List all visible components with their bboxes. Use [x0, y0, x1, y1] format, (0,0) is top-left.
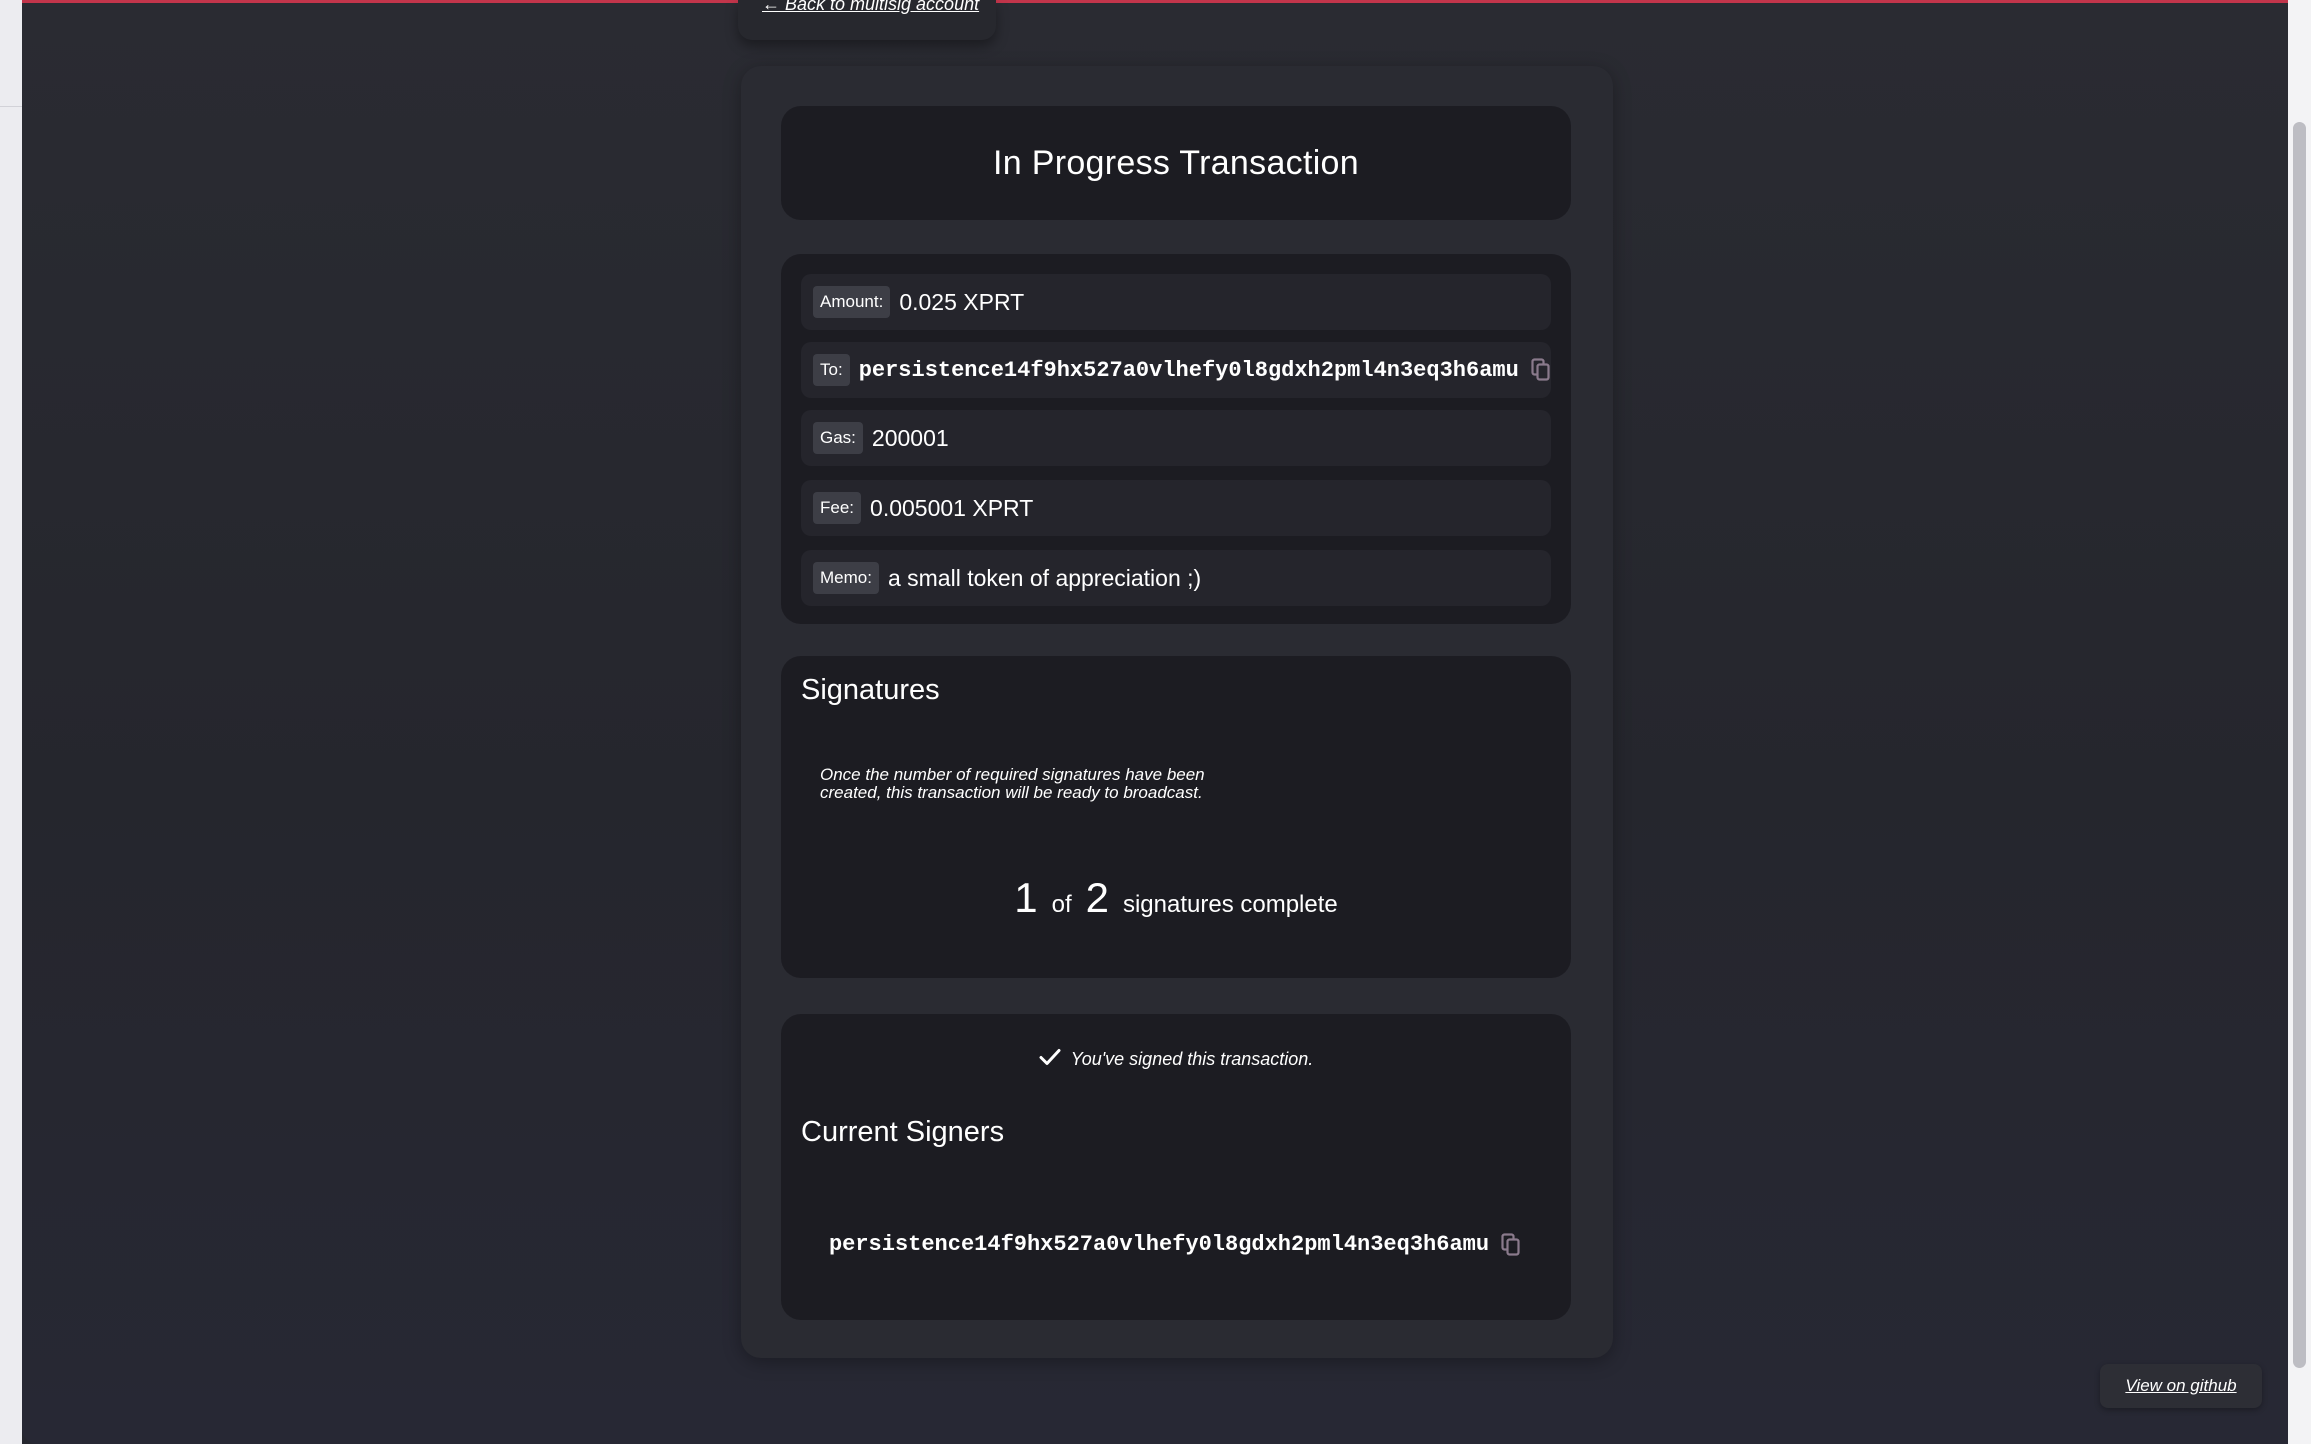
signatures-card: Signatures Once the number of required s… — [781, 656, 1571, 978]
signer-address: persistence14f9hx527a0vlhefy0l8gdxh2pml4… — [828, 1232, 1490, 1257]
transaction-panel: In Progress Transaction Amount: 0.025 XP… — [741, 66, 1613, 1358]
memo-value: a small token of appreciation ;) — [887, 564, 1202, 591]
signatures-required: 2 — [1085, 874, 1109, 921]
scrollbar-thumb[interactable] — [2293, 122, 2306, 1368]
top-accent-bar — [22, 0, 2288, 3]
app-window: ← Back to multisig account In Progress T… — [22, 0, 2288, 1444]
browser-edge — [0, 0, 22, 1444]
memo-label: Memo: — [813, 562, 879, 594]
transaction-details-card: Amount: 0.025 XPRT To: persistence14f9hx… — [781, 254, 1571, 624]
signer-item: persistence14f9hx527a0vlhefy0l8gdxh2pml4… — [781, 1232, 1571, 1257]
current-signers-heading: Current Signers — [801, 1116, 1005, 1148]
gas-label: Gas: — [813, 422, 863, 454]
view-on-github-button[interactable]: View on github — [2100, 1364, 2262, 1408]
detail-row-memo: Memo: a small token of appreciation ;) — [801, 550, 1551, 606]
detail-row-fee: Fee: 0.005001 XPRT — [801, 480, 1551, 536]
back-to-multisig-link[interactable]: ← Back to multisig account — [762, 0, 979, 15]
signature-progress: 1 of 2 signatures complete — [781, 874, 1571, 934]
signatures-note: Once the number of required signatures h… — [820, 765, 1205, 802]
amount-value: 0.025 XPRT — [899, 288, 1025, 315]
signatures-collected: 1 — [1014, 874, 1038, 921]
detail-row-to: To: persistence14f9hx527a0vlhefy0l8gdxh2… — [801, 342, 1551, 398]
fee-value: 0.005001 XPRT — [870, 494, 1034, 521]
scrollbar[interactable] — [2288, 0, 2311, 1444]
signatures-complete-text: signatures complete — [1122, 891, 1338, 918]
divider — [0, 106, 22, 107]
back-tab: ← Back to multisig account — [738, 0, 996, 40]
current-signers-card: You've signed this transaction. Current … — [781, 1014, 1571, 1320]
signed-status: You've signed this transaction. — [781, 1048, 1571, 1071]
signatures-of-text: of — [1051, 891, 1072, 918]
detail-row-amount: Amount: 0.025 XPRT — [801, 274, 1551, 330]
to-label: To: — [813, 354, 850, 386]
title-card: In Progress Transaction — [781, 106, 1571, 220]
gas-value: 200001 — [871, 424, 949, 451]
checkmark-icon — [1039, 1048, 1061, 1071]
copy-icon[interactable] — [1531, 358, 1551, 382]
detail-row-gas: Gas: 200001 — [801, 410, 1551, 466]
signatures-heading: Signatures — [801, 674, 940, 706]
copy-icon[interactable] — [1501, 1232, 1523, 1257]
to-address-value: persistence14f9hx527a0vlhefy0l8gdxh2pml4… — [858, 357, 1519, 383]
page-title: In Progress Transaction — [993, 144, 1359, 182]
view-on-github-link[interactable]: View on github — [2125, 1376, 2236, 1396]
fee-label: Fee: — [813, 492, 862, 524]
amount-label: Amount: — [813, 286, 891, 318]
signed-message: You've signed this transaction. — [1070, 1049, 1314, 1069]
